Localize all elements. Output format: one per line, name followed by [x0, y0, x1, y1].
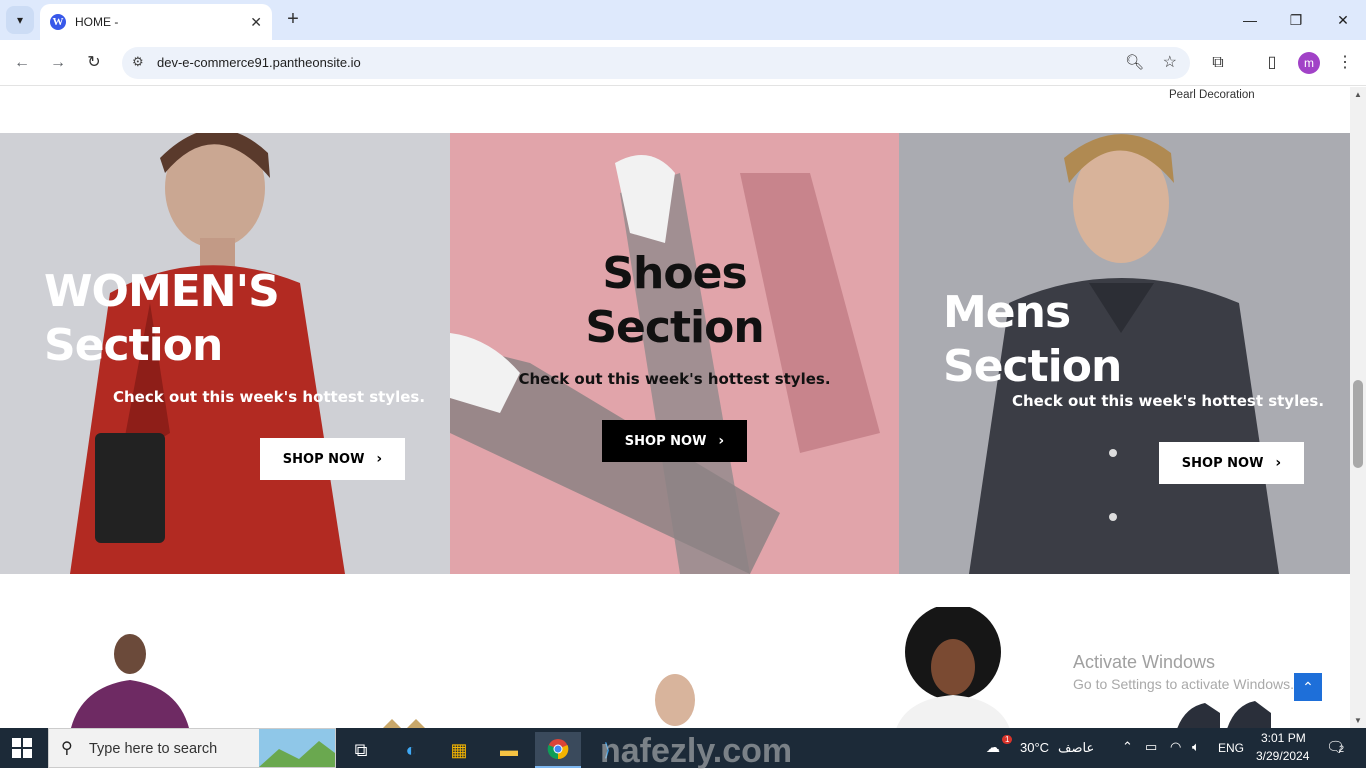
weather-text[interactable]: عاصف [1058, 740, 1094, 756]
tab-strip: ▾ W HOME - ✕ + — ❐ ✕ [0, 0, 1366, 40]
language-indicator[interactable]: ENG [1218, 741, 1244, 755]
weather-icon[interactable]: ☁ [986, 739, 1000, 756]
reload-button[interactable]: ↻ [82, 51, 106, 75]
product-image-partial[interactable] [380, 719, 430, 728]
extensions-icon[interactable]: ⧉ [1206, 51, 1230, 75]
activate-windows-subtitle: Go to Settings to activate Windows. [1073, 676, 1294, 692]
back-to-top-button[interactable]: ⌃ [1294, 673, 1322, 701]
url-text[interactable]: dev-e-commerce91.pantheonsite.io [157, 55, 361, 70]
shoes-section-banner: Shoes Section Check out this week's hott… [450, 133, 899, 574]
shop-now-label: SHOP NOW [624, 433, 707, 449]
search-icon: ⚲ [61, 740, 73, 757]
clock-time[interactable]: 3:01 PM [1261, 731, 1306, 745]
bookmark-star-icon[interactable]: ☆ [1163, 52, 1177, 72]
chevron-right-icon: › [1275, 455, 1282, 471]
side-panel-icon[interactable]: ▯ [1260, 51, 1284, 75]
menu-icon[interactable]: ⋮ [1333, 51, 1357, 75]
weather-badge: 1 [1002, 735, 1013, 744]
active-tab[interactable]: W HOME - ✕ [40, 4, 272, 40]
scroll-down-arrow-icon[interactable]: ▼ [1354, 716, 1362, 725]
search-placeholder: Type here to search [89, 741, 218, 757]
volume-icon[interactable]: 🔈︎ [1192, 739, 1200, 755]
back-button[interactable]: ← [10, 51, 34, 75]
wifi-icon[interactable]: ◠ [1170, 739, 1181, 755]
task-view-icon[interactable]: ⧉ [338, 732, 384, 768]
site-info-icon[interactable]: ⚙ [132, 54, 144, 70]
windows-taskbar: ⚲ Type here to search ⧉ ◐ ▦ ▬ ⟩ nafezly.… [0, 728, 1366, 770]
scrollbar-thumb[interactable] [1353, 380, 1363, 468]
minimize-button[interactable]: — [1238, 8, 1262, 32]
product-image-shoes[interactable] [1175, 699, 1275, 728]
zoom-icon[interactable]: 🔍︎ [1125, 53, 1144, 71]
chevron-right-icon: › [376, 451, 383, 467]
clock-date[interactable]: 3/29/2024 [1256, 749, 1309, 763]
shoes-title-line1: Shoes [602, 248, 747, 299]
edge-icon[interactable]: ◐ [388, 732, 434, 768]
product-image-woman-hat[interactable] [640, 672, 710, 728]
nafezly-watermark: nafezly.com [600, 732, 793, 770]
temperature-text[interactable]: 30°C [1020, 740, 1049, 755]
tab-search-button[interactable]: ▾ [6, 6, 34, 34]
mens-section-banner: Mens Section Check out this week's hotte… [899, 133, 1350, 574]
profile-avatar[interactable]: m [1298, 52, 1320, 74]
file-explorer-icon[interactable]: ▬ [486, 732, 532, 768]
mens-subtitle: Check out this week's hottest styles. [1012, 392, 1325, 410]
close-window-button[interactable]: ✕ [1331, 8, 1355, 32]
womens-subtitle: Check out this week's hottest styles. [113, 388, 426, 406]
womens-title-line2: Section [44, 320, 223, 371]
shoes-title-line2: Section [585, 302, 764, 353]
store-icon[interactable]: ▦ [436, 732, 482, 768]
windows-start-icon[interactable] [12, 738, 32, 758]
taskbar-search-input[interactable]: ⚲ Type here to search [48, 728, 336, 768]
product-image-woman-white[interactable] [890, 607, 1020, 728]
battery-icon[interactable]: ▭ [1145, 739, 1157, 755]
womens-title-line1: WOMEN'S [44, 266, 280, 317]
mens-title-line1: Mens [943, 287, 1071, 338]
page-scrollbar[interactable]: ▲ ▼ [1350, 87, 1366, 728]
chrome-icon[interactable] [535, 732, 581, 768]
address-bar[interactable]: ⚙ dev-e-commerce91.pantheonsite.io 🔍︎ ☆ [122, 47, 1190, 79]
product-image-man-purple[interactable] [60, 632, 200, 728]
notification-count: 2 [1339, 744, 1345, 754]
forward-button[interactable]: → [46, 51, 70, 75]
mens-title-line2: Section [943, 341, 1122, 392]
shop-now-label: SHOP NOW [1181, 455, 1264, 471]
browser-toolbar: ← → ↻ ⚙ dev-e-commerce91.pantheonsite.io… [0, 40, 1366, 86]
product-caption[interactable]: Pearl Decoration [1169, 89, 1255, 101]
search-highlight-image [259, 729, 335, 767]
chevron-right-icon: › [718, 433, 725, 449]
close-tab-icon[interactable]: ✕ [250, 14, 262, 31]
womens-shop-now-button[interactable]: SHOP NOW › [260, 438, 405, 480]
mens-shop-now-button[interactable]: SHOP NOW › [1159, 442, 1304, 484]
shoes-shop-now-button[interactable]: SHOP NOW › [602, 420, 747, 462]
new-tab-button[interactable]: + [282, 8, 304, 30]
wordpress-icon: W [50, 14, 66, 30]
restore-button[interactable]: ❐ [1284, 8, 1308, 32]
show-hidden-icons-icon[interactable]: ⌃ [1122, 739, 1133, 755]
shop-now-label: SHOP NOW [282, 451, 365, 467]
womens-section-banner: WOMEN'S Section Check out this week's ho… [0, 133, 450, 574]
tab-title: HOME - [75, 15, 119, 29]
page-viewport: Pearl Decoration WOMEN'S Section Check o… [0, 87, 1350, 728]
activate-windows-title: Activate Windows [1073, 652, 1216, 672]
shoes-subtitle: Check out this week's hottest styles. [518, 370, 831, 388]
scroll-up-arrow-icon[interactable]: ▲ [1354, 90, 1362, 99]
